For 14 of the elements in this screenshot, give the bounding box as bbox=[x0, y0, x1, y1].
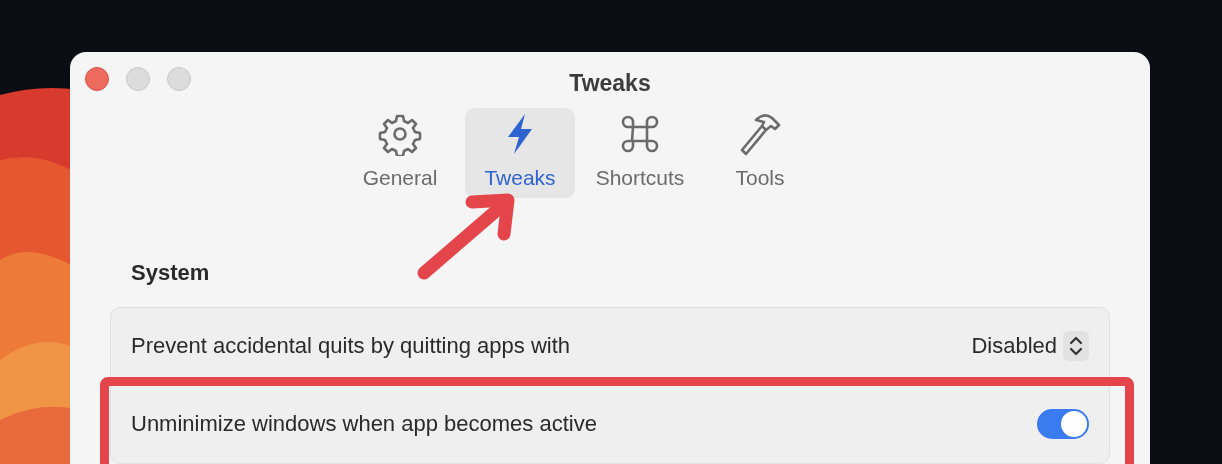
toolbar-tab[interactable]: Tweaks bbox=[465, 108, 575, 198]
gear-icon bbox=[378, 112, 422, 156]
popup-button[interactable]: Disabled bbox=[971, 329, 1089, 362]
toolbar-tab[interactable]: Shortcuts bbox=[585, 108, 695, 198]
toggle-switch[interactable] bbox=[1037, 408, 1089, 439]
toolbar-tab[interactable]: Tools bbox=[705, 108, 815, 198]
stepper-icon bbox=[1063, 330, 1089, 361]
setting-label: Unminimize windows when app becomes active bbox=[131, 410, 597, 438]
hammer-icon bbox=[738, 112, 782, 156]
close-button[interactable] bbox=[85, 67, 109, 91]
section-title: System bbox=[131, 260, 210, 285]
window-title: Tweaks bbox=[569, 70, 651, 96]
toolbar-tab[interactable]: General bbox=[345, 108, 455, 198]
setting-label: Prevent accidental quits by quitting apps with bbox=[131, 332, 571, 360]
